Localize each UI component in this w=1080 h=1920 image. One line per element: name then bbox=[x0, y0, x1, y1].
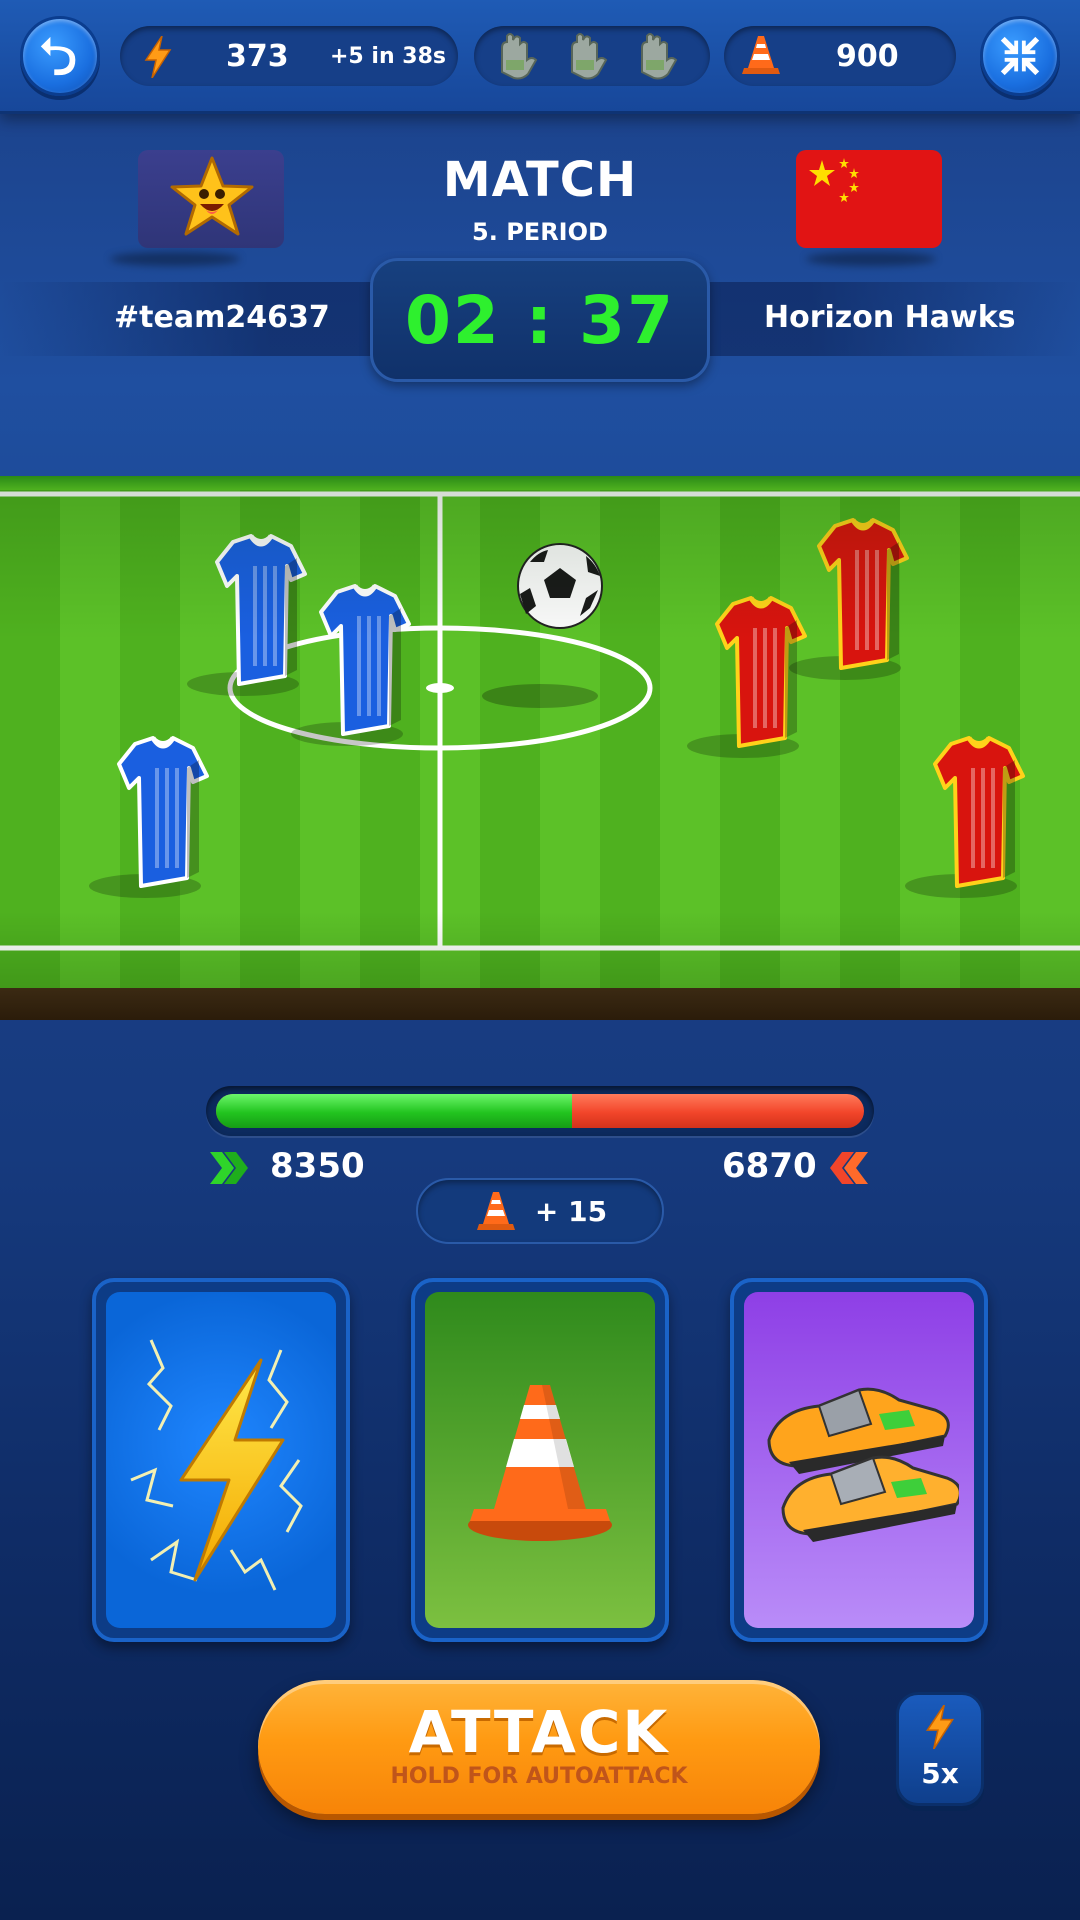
strength-bar-track bbox=[216, 1094, 864, 1128]
away-strength-score: 6870 bbox=[722, 1146, 817, 1186]
card-cone-face bbox=[425, 1292, 655, 1628]
away-badge-shadow bbox=[806, 252, 936, 266]
attack-button-sublabel: HOLD FOR AUTOATTACK bbox=[390, 1764, 688, 1789]
energy-value: 373 bbox=[226, 38, 289, 74]
card-cone-boost[interactable] bbox=[411, 1278, 669, 1642]
home-player-jersey bbox=[291, 584, 411, 746]
center-spot bbox=[426, 683, 454, 693]
goalkeeper-glove-icon bbox=[501, 33, 538, 80]
away-player-jersey bbox=[905, 736, 1025, 898]
lightning-bolt-icon bbox=[130, 1339, 303, 1591]
match-timer: 02 : 37 bbox=[404, 281, 676, 359]
players-layer bbox=[89, 518, 1025, 898]
home-team-name: #team24637 bbox=[114, 300, 330, 335]
field-soil bbox=[0, 988, 1080, 1020]
card-lightning-face bbox=[106, 1292, 336, 1628]
home-player-jersey bbox=[187, 534, 307, 696]
energy-refill-timer: +5 in 38s bbox=[330, 43, 446, 69]
attack-multiplier-button[interactable]: 5x bbox=[896, 1692, 984, 1806]
cone-bonus-value: + 15 bbox=[534, 1194, 608, 1228]
energy-counter: 373 +5 in 38s bbox=[120, 26, 458, 86]
cones-value: 900 bbox=[836, 38, 899, 74]
collapse-arrows-icon bbox=[1000, 36, 1040, 76]
undo-arrow-icon bbox=[40, 36, 76, 76]
attack-button[interactable]: ATTACK HOLD FOR AUTOATTACK bbox=[258, 1680, 820, 1814]
attack-button-label: ATTACK bbox=[408, 1698, 670, 1766]
home-badge-shadow bbox=[110, 252, 240, 266]
home-team-badge bbox=[138, 150, 284, 248]
match-timer-box: 02 : 37 bbox=[370, 258, 710, 382]
traffic-cone-icon bbox=[742, 36, 780, 74]
card-cleats-face bbox=[744, 1292, 974, 1628]
attack-multiplier-value: 5x bbox=[921, 1757, 959, 1790]
away-player-jersey bbox=[789, 518, 909, 680]
china-flag-icon bbox=[809, 158, 859, 202]
soccer-cleats-icon bbox=[767, 1387, 959, 1542]
soccer-ball-icon bbox=[517, 543, 603, 629]
goalkeeper-glove-icon bbox=[641, 33, 678, 80]
card-lightning-boost[interactable] bbox=[92, 1278, 350, 1642]
strength-bar bbox=[206, 1086, 874, 1136]
home-player-jersey bbox=[89, 736, 209, 898]
away-player-jersey bbox=[687, 596, 807, 758]
gloves-counter bbox=[474, 26, 710, 86]
card-cleats-boost[interactable] bbox=[730, 1278, 988, 1642]
match-period: 5. PERIOD bbox=[472, 218, 608, 246]
goalkeeper-glove-icon bbox=[571, 33, 608, 80]
field-lines bbox=[0, 491, 1080, 951]
match-title: MATCH bbox=[442, 152, 638, 208]
away-team-name: Horizon Hawks bbox=[764, 300, 1016, 335]
smiling-star-icon bbox=[170, 156, 254, 236]
traffic-cone-icon bbox=[468, 1385, 612, 1541]
lightning-icon bbox=[925, 1704, 955, 1750]
lightning-icon bbox=[144, 36, 172, 78]
collapse-button[interactable] bbox=[980, 16, 1060, 96]
home-strength-score: 8350 bbox=[270, 1146, 365, 1186]
away-team-badge bbox=[796, 150, 942, 248]
green-chevrons-icon bbox=[210, 1152, 248, 1184]
cones-counter: 900 bbox=[724, 26, 956, 86]
home-strength-fill bbox=[216, 1094, 573, 1128]
soccer-field bbox=[0, 476, 1080, 1020]
traffic-cone-icon bbox=[476, 1192, 515, 1230]
top-bar: 373 +5 in 38s 900 bbox=[0, 0, 1080, 114]
field-edge bbox=[0, 476, 1080, 490]
cone-bonus: + 15 bbox=[416, 1178, 664, 1244]
red-chevrons-icon bbox=[830, 1152, 868, 1184]
back-button[interactable] bbox=[20, 16, 100, 96]
